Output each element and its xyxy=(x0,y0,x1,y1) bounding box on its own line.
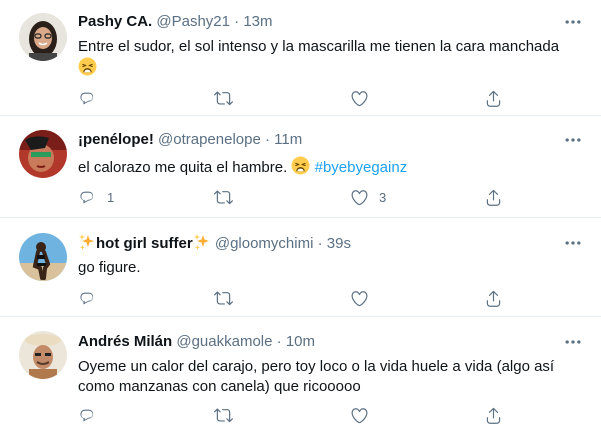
separator-dot: · xyxy=(317,235,323,252)
timestamp[interactable]: 13m xyxy=(243,13,272,30)
timestamp[interactable]: 39s xyxy=(327,235,351,252)
tweet-text: Oyeme un calor del carajo, pero toy loco… xyxy=(78,357,583,397)
retweet-button[interactable] xyxy=(214,288,243,308)
like-icon xyxy=(350,89,369,108)
retweet-button[interactable] xyxy=(214,187,243,207)
retweet-button[interactable] xyxy=(214,88,243,108)
share-button[interactable] xyxy=(484,405,503,425)
reply-icon xyxy=(78,89,97,108)
like-icon xyxy=(350,406,369,425)
tweet-text: Entre el sudor, el sol intenso y la masc… xyxy=(78,37,583,79)
tweet[interactable]: Pashy CA. @Pashy21 · 13m Entre el sudor,… xyxy=(0,0,601,116)
separator-dot: · xyxy=(265,131,270,148)
like-count: 3 xyxy=(379,189,387,205)
avatar[interactable] xyxy=(19,331,67,379)
tweet-header: Andrés Milán @guakkamole · 10m xyxy=(78,332,315,352)
sparkles-emoji xyxy=(193,233,211,251)
reply-button[interactable] xyxy=(78,288,107,308)
share-icon xyxy=(484,289,503,308)
retweet-button[interactable] xyxy=(214,405,243,425)
share-button[interactable] xyxy=(484,88,503,108)
username[interactable]: @Pashy21 xyxy=(156,13,230,30)
username[interactable]: @otrapenelope xyxy=(158,131,261,148)
display-name[interactable]: Andrés Milán xyxy=(78,333,172,350)
tweet[interactable]: ¡penélope! @otrapenelope · 11m el calora… xyxy=(0,116,601,218)
more-icon[interactable] xyxy=(563,233,583,253)
tweet-text-body: Entre el sudor, el sol intenso y la masc… xyxy=(78,38,560,55)
tweet-text-body: go figure. xyxy=(78,259,141,276)
reply-icon xyxy=(78,188,97,207)
tweet-actions xyxy=(78,288,503,308)
weary-face-emoji xyxy=(78,57,97,76)
reply-count: 1 xyxy=(107,189,115,205)
like-icon xyxy=(350,289,369,308)
reply-button[interactable] xyxy=(78,88,107,108)
tweet-actions xyxy=(78,88,503,108)
more-icon[interactable] xyxy=(563,332,583,352)
tweet-text-line: Oyeme un calor del carajo, pero toy loco… xyxy=(78,358,555,375)
username[interactable]: @gloomychimi xyxy=(215,235,314,252)
retweet-icon xyxy=(214,188,233,207)
like-button[interactable]: 3 xyxy=(350,187,386,207)
avatar[interactable] xyxy=(19,233,67,281)
like-button[interactable] xyxy=(350,288,379,308)
tweet[interactable]: Andrés Milán @guakkamole · 10m Oyeme un … xyxy=(0,317,601,437)
like-icon xyxy=(350,188,369,207)
retweet-icon xyxy=(214,89,233,108)
reply-button[interactable] xyxy=(78,405,107,425)
tweet-header: Pashy CA. @Pashy21 · 13m xyxy=(78,12,273,32)
share-icon xyxy=(484,89,503,108)
share-button[interactable] xyxy=(484,288,503,308)
retweet-icon xyxy=(214,406,233,425)
timestamp[interactable]: 11m xyxy=(274,131,302,148)
tweet-actions xyxy=(78,405,503,425)
like-button[interactable] xyxy=(350,88,379,108)
tweet-text-body: el calorazo me quita el hambre. xyxy=(78,159,288,176)
share-button[interactable] xyxy=(484,187,503,207)
separator-dot: · xyxy=(234,13,240,30)
more-icon[interactable] xyxy=(563,12,583,32)
avatar[interactable] xyxy=(19,13,67,61)
tweet-header: hot girl suffer @gloomychimi · 39s xyxy=(78,233,351,254)
reply-icon xyxy=(78,289,97,308)
separator-dot: · xyxy=(276,333,282,350)
tweet-text: el calorazo me quita el hambre. #byebyeg… xyxy=(78,156,583,178)
share-icon xyxy=(484,406,503,425)
share-icon xyxy=(484,188,503,207)
tweet-header: ¡penélope! @otrapenelope · 11m xyxy=(78,130,302,150)
more-icon[interactable] xyxy=(563,130,583,150)
avatar[interactable] xyxy=(19,130,67,178)
tweet-text-line: como manzanas con canela) que ricooooo xyxy=(78,378,361,395)
like-button[interactable] xyxy=(350,405,379,425)
weary-face-emoji xyxy=(291,156,310,175)
reply-icon xyxy=(78,406,97,425)
reply-button[interactable]: 1 xyxy=(78,187,114,207)
display-name[interactable]: hot girl suffer xyxy=(96,235,193,252)
username[interactable]: @guakkamole xyxy=(176,333,272,350)
tweet-text: go figure. xyxy=(78,258,583,278)
hashtag-link[interactable]: #byebyegainz xyxy=(315,159,408,176)
tweet-actions: 1 3 xyxy=(78,187,503,207)
timestamp[interactable]: 10m xyxy=(286,333,315,350)
retweet-icon xyxy=(214,289,233,308)
display-name[interactable]: Pashy CA. xyxy=(78,13,152,30)
sparkles-emoji xyxy=(78,233,96,251)
tweet[interactable]: hot girl suffer @gloomychimi · 39s go fi… xyxy=(0,218,601,317)
display-name[interactable]: ¡penélope! xyxy=(78,131,154,148)
